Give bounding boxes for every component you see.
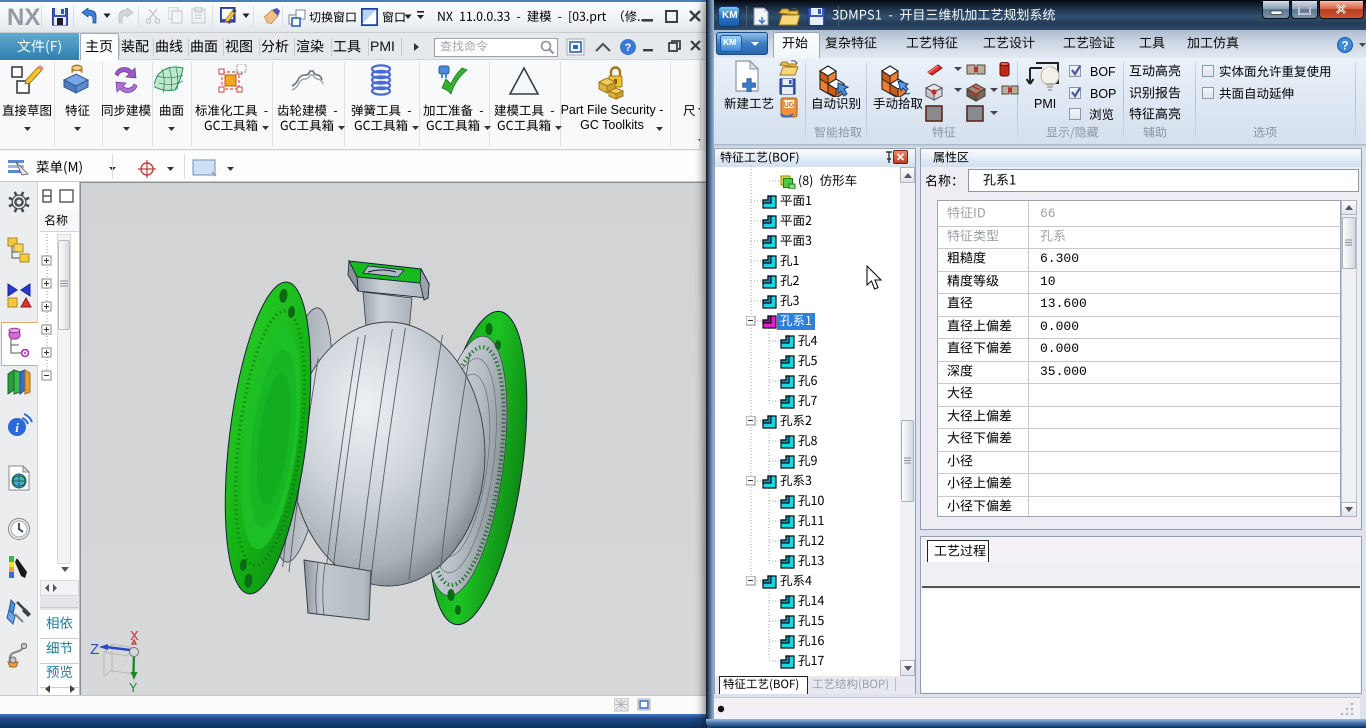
svg-text:?: ? <box>1341 41 1348 53</box>
svg-text:X: X <box>130 628 139 643</box>
svg-text:?: ? <box>625 42 632 54</box>
svg-text:UG: UG <box>784 102 795 109</box>
svg-text:Y: Y <box>129 681 138 695</box>
svg-text:i: i <box>15 420 19 435</box>
svg-text:Z: Z <box>90 641 99 658</box>
